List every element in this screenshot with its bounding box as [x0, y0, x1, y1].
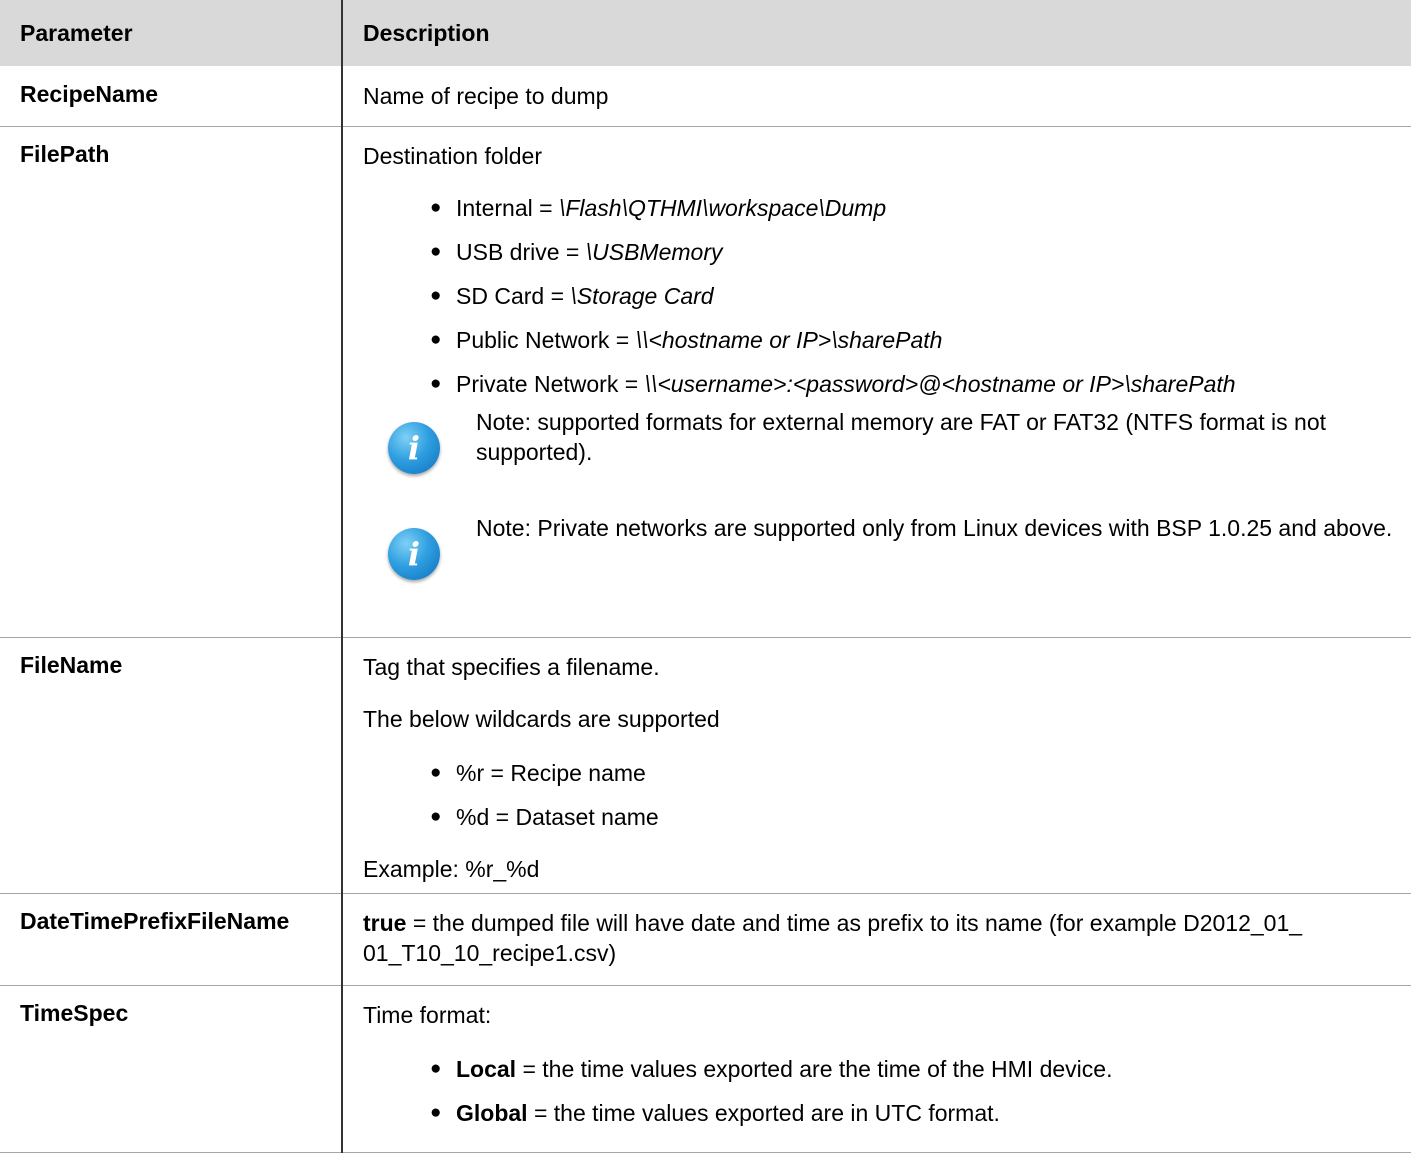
desc-text: Tag that specifies a filename.: [363, 654, 660, 680]
item-label: Public Network =: [456, 327, 636, 353]
param-name-file-name: FileName: [0, 637, 342, 894]
param-name-date-time-prefix: DateTimePrefixFileName: [0, 893, 342, 986]
note-text: Note: supported formats for external mem…: [476, 409, 1327, 465]
item-text: %r = Recipe name: [456, 760, 646, 786]
list-item: ● Private Network = \\<username>:<passwo…: [363, 369, 1399, 399]
item-text: = the time values exported are the time …: [516, 1056, 1113, 1082]
destination-list: ● Internal = \Flash\QTHMI\workspace\Dump…: [363, 193, 1399, 399]
item-path: \Storage Card: [570, 283, 714, 309]
table-row: FilePath Destination folder ● Internal =…: [0, 126, 1411, 638]
bullet-icon: ●: [430, 1058, 442, 1079]
param-name-recipe-name: RecipeName: [0, 66, 342, 127]
list-item: ● Internal = \Flash\QTHMI\workspace\Dump: [363, 193, 1399, 223]
item-path: \\<username>:<password>@<hostname or IP>…: [644, 371, 1236, 397]
item-label: SD Card =: [456, 283, 571, 309]
item-text: = the time values exported are in UTC fo…: [527, 1100, 1000, 1126]
param-name-time-spec: TimeSpec: [0, 985, 342, 1153]
param-desc-file-path: Destination folder ● Internal = \Flash\Q…: [341, 126, 1411, 638]
desc-text: true = the dumped file will have date an…: [363, 908, 1399, 968]
note-text: Note: Private networks are supported onl…: [476, 515, 1393, 541]
info-icon: i: [388, 422, 440, 474]
param-desc-recipe-name: Name of recipe to dump: [341, 66, 1411, 127]
desc-line-1: = the dumped file will have date and tim…: [406, 910, 1303, 936]
keyword-local: Local: [456, 1056, 517, 1082]
list-item: ● Local = the time values exported are t…: [363, 1054, 1399, 1084]
bullet-icon: ●: [430, 329, 442, 350]
item-label: Internal =: [456, 195, 559, 221]
table-row: FileName Tag that specifies a filename. …: [0, 637, 1411, 894]
param-name-file-path: FilePath: [0, 126, 342, 638]
parameters-table: Parameter Description RecipeName Name of…: [0, 0, 1411, 1153]
list-item: ● SD Card = \Storage Card: [363, 281, 1399, 311]
keyword-global: Global: [456, 1100, 528, 1126]
bullet-icon: ●: [430, 197, 442, 218]
item-text: %d = Dataset name: [456, 804, 659, 830]
table-row: RecipeName Name of recipe to dump: [0, 66, 1411, 127]
item-label: USB drive =: [456, 239, 586, 265]
bullet-icon: ●: [430, 1102, 442, 1123]
list-item: ● %d = Dataset name: [363, 802, 1399, 832]
list-item: ● Global = the time values exported are …: [363, 1098, 1399, 1128]
bullet-icon: ●: [430, 373, 442, 394]
table-header-row: Parameter Description: [0, 0, 1411, 67]
item-path: \USBMemory: [585, 239, 723, 265]
desc-text: Name of recipe to dump: [363, 83, 609, 109]
wildcard-list: ● %r = Recipe name ● %d = Dataset name: [363, 758, 1399, 832]
bullet-icon: ●: [430, 241, 442, 262]
item-label: Private Network =: [456, 371, 645, 397]
list-item: ● %r = Recipe name: [363, 758, 1399, 788]
example-text: Example: %r_%d: [363, 856, 540, 882]
table-row: TimeSpec Time format: ● Local = the time…: [0, 985, 1411, 1153]
item-path: \Flash\QTHMI\workspace\Dump: [558, 195, 887, 221]
param-desc-time-spec: Time format: ● Local = the time values e…: [341, 985, 1411, 1153]
bullet-icon: ●: [430, 806, 442, 827]
bullet-icon: ●: [430, 285, 442, 306]
param-desc-date-time-prefix: true = the dumped file will have date an…: [341, 893, 1411, 986]
list-item: ● USB drive = \USBMemory: [363, 237, 1399, 267]
keyword-true: true: [363, 910, 407, 936]
note-box: i Note: Private networks are supported o…: [363, 513, 1399, 580]
item-path: \\<hostname or IP>\sharePath: [635, 327, 943, 353]
desc-text: Destination folder: [363, 143, 542, 169]
param-desc-file-name: Tag that specifies a filename. The below…: [341, 637, 1411, 894]
info-icon: i: [388, 528, 440, 580]
bullet-icon: ●: [430, 762, 442, 783]
note-box: i Note: supported formats for external m…: [363, 407, 1399, 497]
desc-line-2: 01_T10_10_recipe1.csv): [363, 940, 617, 966]
header-parameter: Parameter: [0, 0, 342, 67]
time-format-list: ● Local = the time values exported are t…: [363, 1054, 1399, 1128]
header-description: Description: [341, 0, 1411, 67]
desc-text: Time format:: [363, 1002, 492, 1028]
desc-text: The below wildcards are supported: [363, 706, 720, 732]
table-row: DateTimePrefixFileName true = the dumped…: [0, 893, 1411, 986]
list-item: ● Public Network = \\<hostname or IP>\sh…: [363, 325, 1399, 355]
